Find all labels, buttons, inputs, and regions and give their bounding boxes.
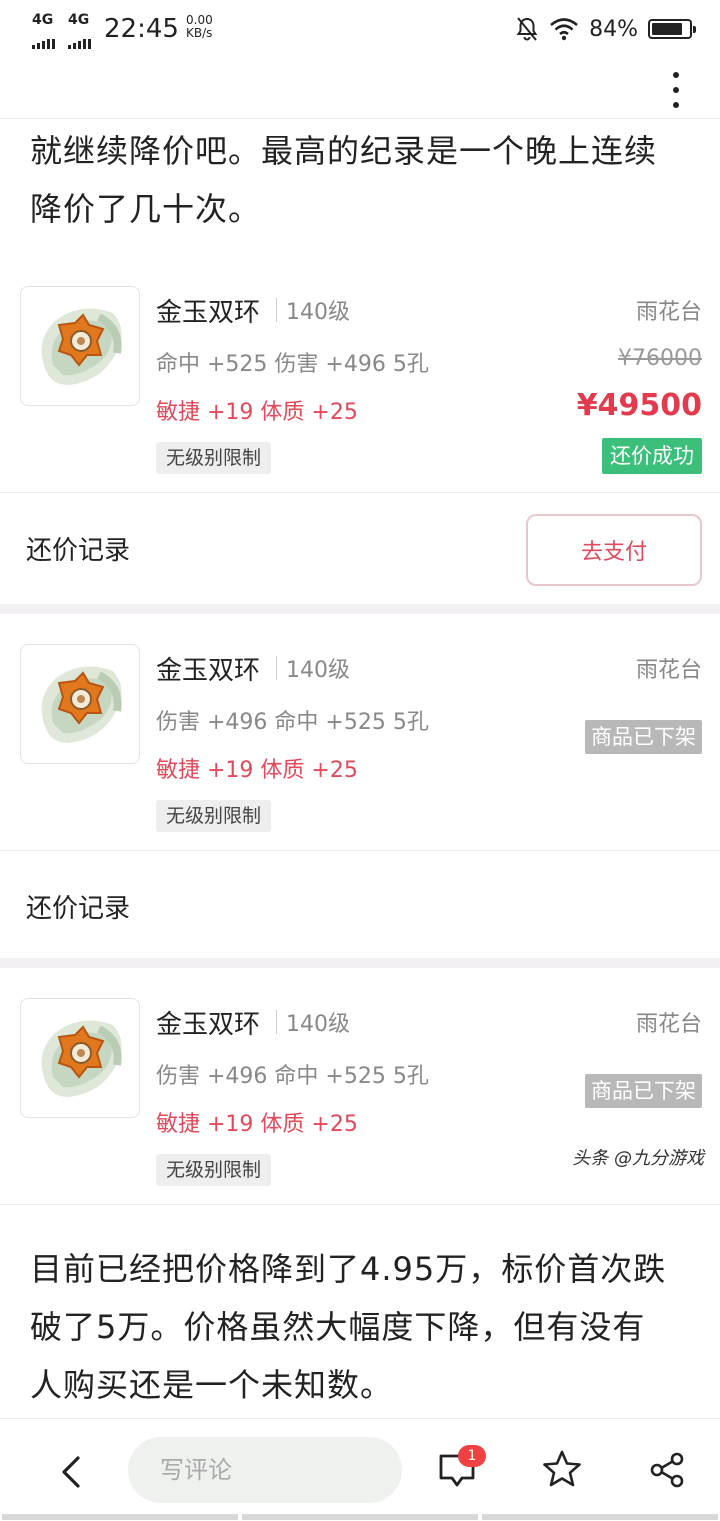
item-thumbnail: [20, 998, 140, 1118]
level-limit-tag: 无级别限制: [156, 800, 272, 832]
card-divider: [0, 1204, 720, 1205]
item-card-3[interactable]: 金玉双环 140级 伤害 +496 命中 +525 5孔 敏捷 +19 体质 +…: [0, 970, 720, 1200]
share-icon[interactable]: [648, 1451, 686, 1489]
level-limit-tag: 无级别限制: [156, 442, 272, 474]
ring-item-icon: [41, 666, 122, 743]
more-dot: [673, 87, 679, 93]
battery-fill: [652, 23, 683, 35]
battery-percent: 84%: [589, 16, 638, 42]
article-paragraph-top: 就继续降价吧。最高的纪录是一个晚上连续 降价了几十次。: [30, 122, 696, 238]
name-divider: [276, 1010, 277, 1034]
card-divider: [0, 492, 720, 493]
bell-muted-icon: [516, 17, 538, 41]
more-dot: [673, 72, 679, 78]
section-gap: [0, 604, 720, 614]
paragraph-line: 目前已经把价格降到了4.95万，标价首次跌: [30, 1250, 667, 1288]
more-options-button[interactable]: [662, 70, 690, 110]
name-divider: [276, 298, 277, 322]
paragraph-line: 人购买还是一个未知数。: [30, 1366, 394, 1404]
item-thumbnail: [20, 644, 140, 764]
ring-item-icon: [41, 1020, 122, 1097]
paragraph-line: 降价了几十次。: [30, 190, 262, 228]
item-stats: 伤害 +496 命中 +525 5孔: [156, 1064, 429, 1089]
battery-icon: [648, 19, 696, 39]
nav-segment: [242, 1514, 478, 1520]
ring-item-icon: [41, 308, 122, 385]
watermark: 头条 @九分游戏: [572, 1148, 704, 1169]
bargain-record-label[interactable]: 还价记录: [26, 888, 130, 925]
status-badge: 商品已下架: [585, 720, 702, 754]
item-stats: 伤害 +496 命中 +525 5孔: [156, 710, 429, 735]
status-badge: 还价成功: [602, 438, 702, 474]
article-paragraph-bottom: 目前已经把价格降到了4.95万，标价首次跌 破了5万。价格虽然大幅度下降，但有没…: [30, 1240, 696, 1414]
item-bonus: 敏捷 +19 体质 +25: [156, 1112, 358, 1137]
clock: 22:45: [104, 14, 179, 44]
nav-segment: [2, 1514, 238, 1520]
server-name: 雨花台: [635, 300, 702, 325]
level-limit-tag: 无级别限制: [156, 1154, 272, 1186]
section-gap: [0, 958, 720, 968]
paragraph-line: 破了5万。价格虽然大幅度下降，但有没有: [30, 1308, 646, 1346]
item-bonus: 敏捷 +19 体质 +25: [156, 758, 358, 783]
paragraph-line: 就继续降价吧。最高的纪录是一个晚上连续: [30, 132, 658, 170]
item-name: 金玉双环: [156, 1010, 261, 1040]
network-type-2: 4G: [68, 12, 90, 28]
item-name: 金玉双环: [156, 656, 261, 686]
server-name: 雨花台: [635, 1012, 702, 1037]
status-bar: 4G 4G 22:45 0.00 KB/s 84%: [0, 0, 720, 58]
nav-segment: [482, 1514, 718, 1520]
item-bonus: 敏捷 +19 体质 +25: [156, 400, 358, 425]
item-level: 140级: [286, 658, 350, 683]
item-name: 金玉双环: [156, 298, 261, 328]
comment-count-badge: 1: [458, 1445, 486, 1467]
comment-input[interactable]: 写评论: [128, 1437, 402, 1503]
bargain-record-row-2[interactable]: 还价记录: [0, 852, 720, 962]
network-type-1: 4G: [32, 12, 54, 28]
wifi-icon: [550, 18, 578, 41]
star-icon[interactable]: [542, 1449, 582, 1489]
name-divider: [276, 656, 277, 680]
bargain-record-label[interactable]: 还价记录: [26, 530, 130, 567]
system-nav-strip: [0, 1514, 720, 1520]
network-speed: 0.00 KB/s: [186, 14, 213, 40]
item-level: 140级: [286, 300, 350, 325]
bottom-action-bar: 写评论 1: [0, 1418, 720, 1521]
current-price: ¥49500: [576, 388, 702, 423]
signal-icon: [32, 30, 57, 49]
status-right: 84%: [515, 14, 696, 44]
pay-button[interactable]: 去支付: [526, 514, 702, 586]
card-divider: [0, 850, 720, 851]
speed-unit: KB/s: [186, 26, 213, 40]
status-badge: 商品已下架: [585, 1074, 702, 1108]
item-card-1[interactable]: 金玉双环 140级 命中 +525 伤害 +496 5孔 敏捷 +19 体质 +…: [0, 258, 720, 488]
bargain-record-row-1[interactable]: 还价记录 去支付: [0, 494, 720, 604]
original-price: ¥76000: [618, 346, 702, 371]
item-stats: 命中 +525 伤害 +496 5孔: [156, 352, 429, 377]
item-level: 140级: [286, 1012, 350, 1037]
signal-icon-2: [68, 30, 93, 49]
server-name: 雨花台: [635, 658, 702, 683]
more-dot: [673, 102, 679, 108]
header-divider: [0, 118, 720, 119]
item-thumbnail: [20, 286, 140, 406]
item-card-2[interactable]: 金玉双环 140级 伤害 +496 命中 +525 5孔 敏捷 +19 体质 +…: [0, 616, 720, 846]
back-arrow-icon[interactable]: [58, 1455, 84, 1489]
